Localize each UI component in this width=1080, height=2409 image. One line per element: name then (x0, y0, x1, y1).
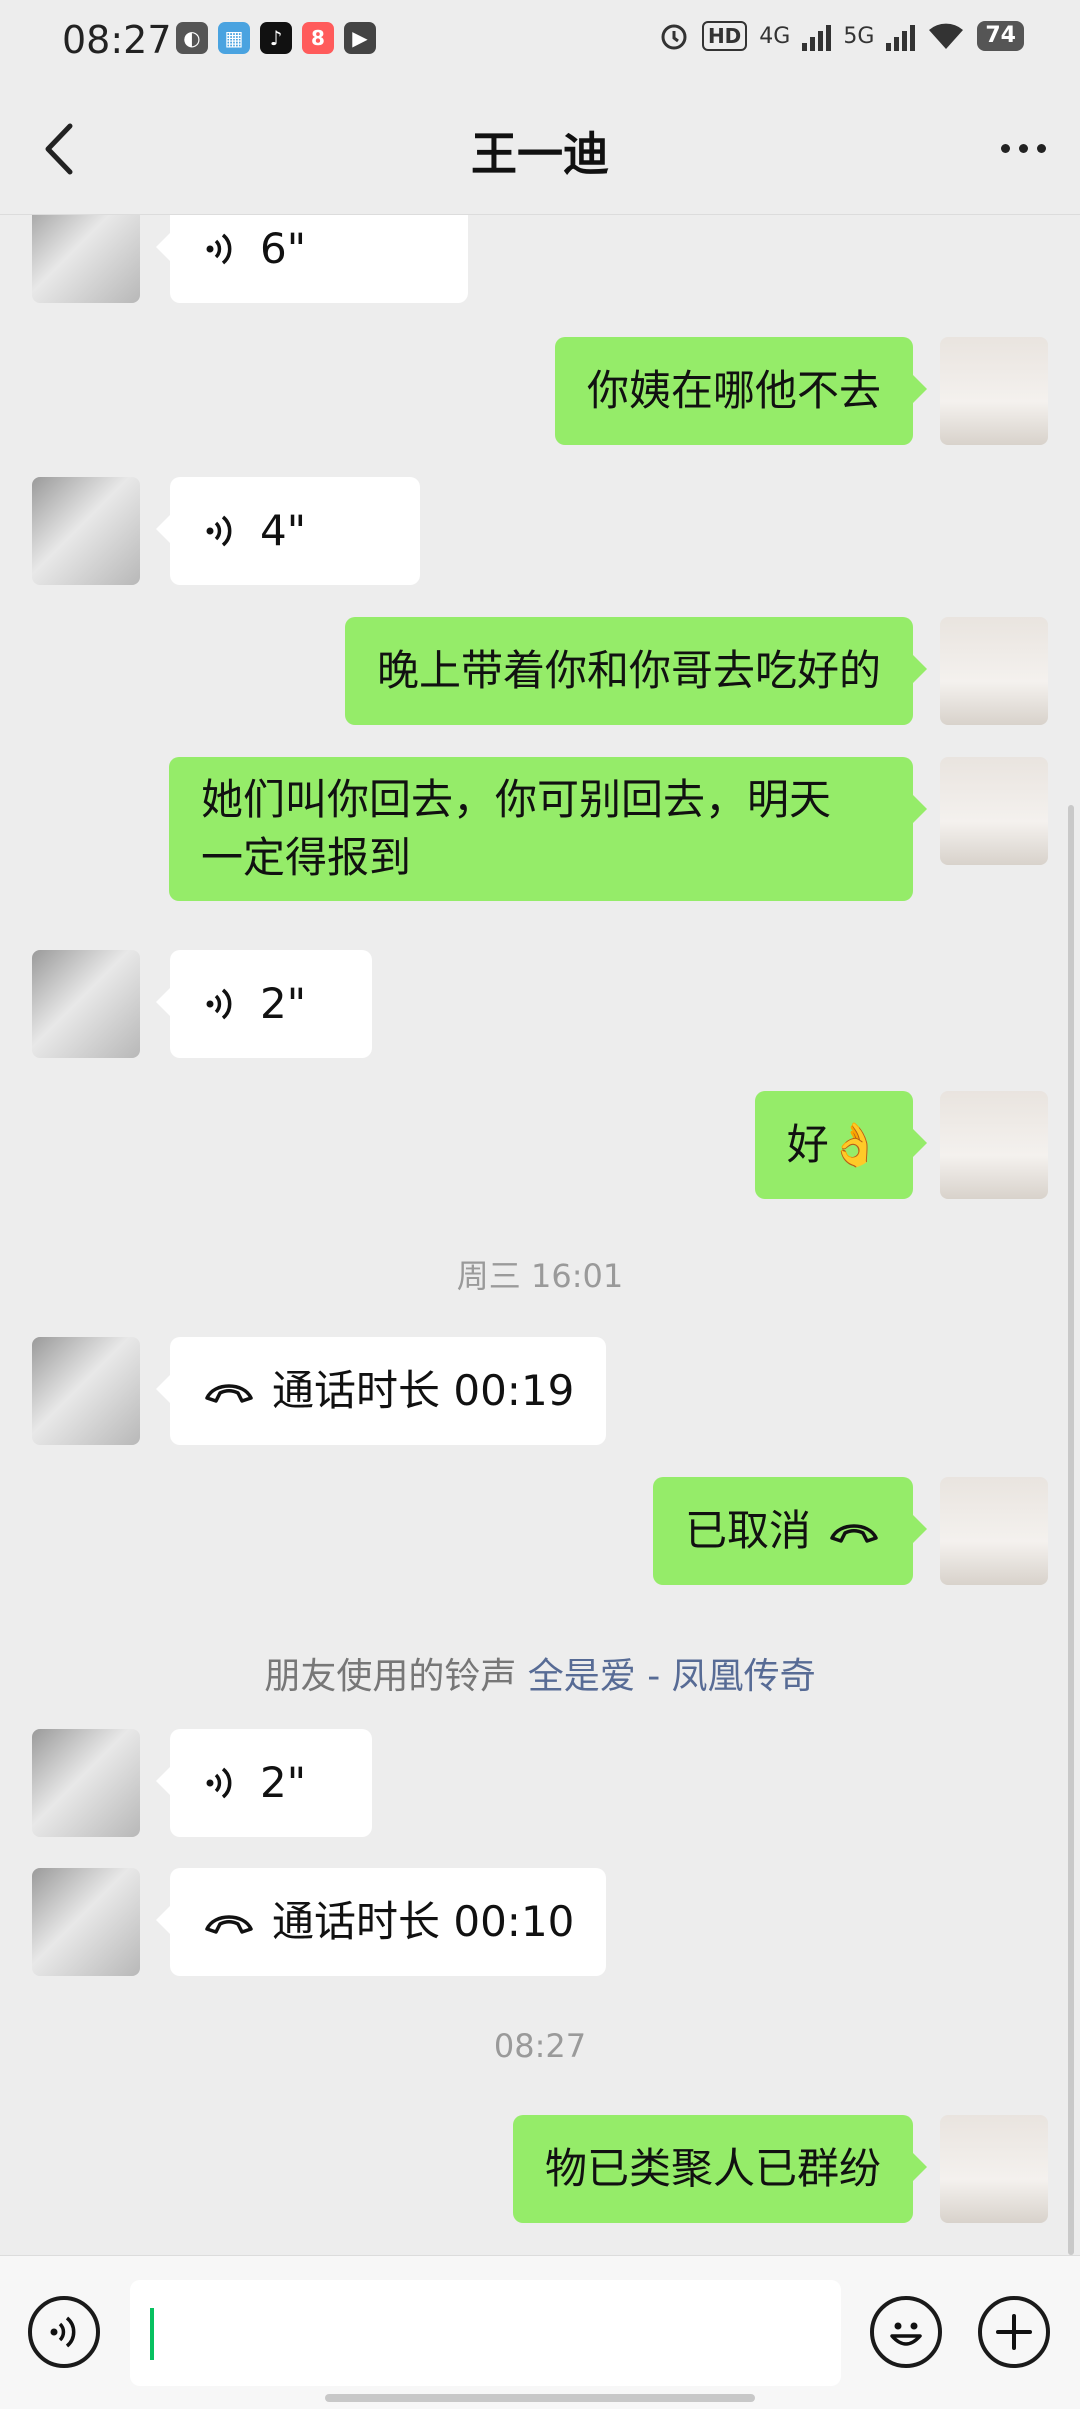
video-app-icon: ▶ (344, 22, 376, 54)
call-message[interactable]: 通话时长 00:10 (155, 1868, 607, 1976)
add-button[interactable] (978, 2296, 1050, 2368)
voice-wave-icon (206, 515, 232, 547)
message-text: 物已类聚人已群纷 (544, 2144, 881, 2193)
timestamp: 周三 16:01 (456, 1257, 624, 1295)
voice-input-icon (50, 2316, 76, 2348)
message-text: 你姨在哪他不去 (586, 366, 881, 415)
call-message[interactable]: 通话时长 00:19 (155, 1337, 607, 1445)
network-4g-label: 4G (759, 23, 791, 49)
notification-icons: ◐ ▦ ♪ 8 ▶ (176, 22, 376, 54)
input-bar (0, 2255, 1080, 2409)
voice-message[interactable]: 2" (156, 1729, 372, 1837)
app-notification-icon: ◐ (176, 22, 208, 54)
tiktok-icon: ♪ (260, 22, 292, 54)
home-indicator[interactable] (325, 2394, 755, 2402)
message-list[interactable]: 6" 你姨在哪他不去 4" 晚上带着你和你哥去吃好的 她们叫你回去，你可别回去，… (0, 215, 1080, 2255)
network-5g-label: 5G (843, 23, 875, 49)
contact-avatar[interactable] (32, 477, 140, 585)
more-options-icon[interactable] (988, 118, 1058, 178)
voice-message[interactable]: 4" (156, 477, 420, 585)
text-message[interactable]: 好👌 (754, 1091, 928, 1199)
alarm-icon (661, 24, 687, 50)
message-text-line: 一定得报到 (201, 833, 412, 882)
scrollbar[interactable] (1068, 805, 1074, 2255)
ringtone-song-link[interactable]: 全是爱 - 凤凰传奇 (528, 1656, 816, 1697)
contact-avatar[interactable] (32, 1337, 140, 1445)
my-avatar[interactable] (940, 1091, 1048, 1199)
message-input[interactable] (130, 2280, 841, 2386)
contact-avatar[interactable] (32, 950, 140, 1058)
signal-icon (802, 21, 832, 51)
emoji-icon (890, 2322, 922, 2346)
emoji-button[interactable] (870, 2296, 942, 2368)
text-message[interactable]: 你姨在哪他不去 (554, 337, 928, 445)
text-message[interactable]: 晚上带着你和你哥去吃好的 (344, 617, 928, 725)
timestamp: 08:27 (493, 2027, 587, 2065)
chat-header: 王一迪 (0, 86, 1080, 215)
phone-icon (830, 1524, 878, 1543)
message-text: 好👌 (786, 1120, 881, 1169)
my-avatar[interactable] (940, 617, 1048, 725)
ringtone-notice: 朋友使用的铃声 全是爱 - 凤凰传奇 (0, 1647, 1080, 1699)
battery-icon: 74 (977, 21, 1024, 51)
kuaishou-icon: 8 (302, 22, 334, 54)
my-avatar[interactable] (940, 337, 1048, 445)
contact-avatar[interactable] (32, 215, 140, 303)
voice-duration: 6" (260, 224, 307, 273)
contact-avatar[interactable] (32, 1868, 140, 1976)
voice-duration: 2" (260, 1758, 307, 1807)
my-avatar[interactable] (940, 1477, 1048, 1585)
phone-icon (205, 1915, 253, 1934)
contact-avatar[interactable] (32, 1729, 140, 1837)
message-text-line: 她们叫你回去，你可别回去，明天 (201, 775, 832, 824)
signal-icon-2 (886, 21, 916, 51)
add-icon (996, 2314, 1032, 2350)
call-status: 已取消 (684, 1506, 811, 1555)
message-text: 晚上带着你和你哥去吃好的 (376, 646, 881, 695)
system-indicators: HD 4G 5G 74 (658, 20, 1024, 52)
voice-message[interactable]: 2" (156, 950, 372, 1058)
hd-icon: HD (701, 21, 748, 51)
call-duration: 通话时长 00:10 (272, 1897, 575, 1946)
my-avatar[interactable] (940, 757, 1048, 865)
text-caret (150, 2308, 154, 2360)
text-message[interactable]: 她们叫你回去，你可别回去，明天 一定得报到 (169, 757, 927, 901)
wifi-icon (929, 23, 964, 49)
call-message[interactable]: 已取消 (652, 1477, 928, 1585)
status-time: 08:27 (62, 18, 172, 62)
game-app-icon: ▦ (218, 22, 250, 54)
text-message[interactable]: 物已类聚人已群纷 (512, 2115, 928, 2223)
my-avatar[interactable] (940, 2115, 1048, 2223)
phone-icon (205, 1384, 253, 1403)
status-bar: 08:27 ◐ ▦ ♪ 8 ▶ HD 4G 5G 74 (0, 0, 1080, 86)
voice-message[interactable]: 6" (156, 215, 468, 303)
ringtone-label: 朋友使用的铃声 (264, 1656, 517, 1697)
voice-duration: 2" (260, 979, 307, 1028)
call-duration: 通话时长 00:19 (272, 1366, 575, 1415)
voice-wave-icon (206, 988, 232, 1020)
page-title: 王一迪 (471, 127, 609, 181)
voice-wave-icon (206, 1767, 232, 1799)
voice-wave-icon (206, 233, 232, 265)
voice-input-button[interactable] (28, 2296, 100, 2368)
voice-duration: 4" (260, 506, 307, 555)
